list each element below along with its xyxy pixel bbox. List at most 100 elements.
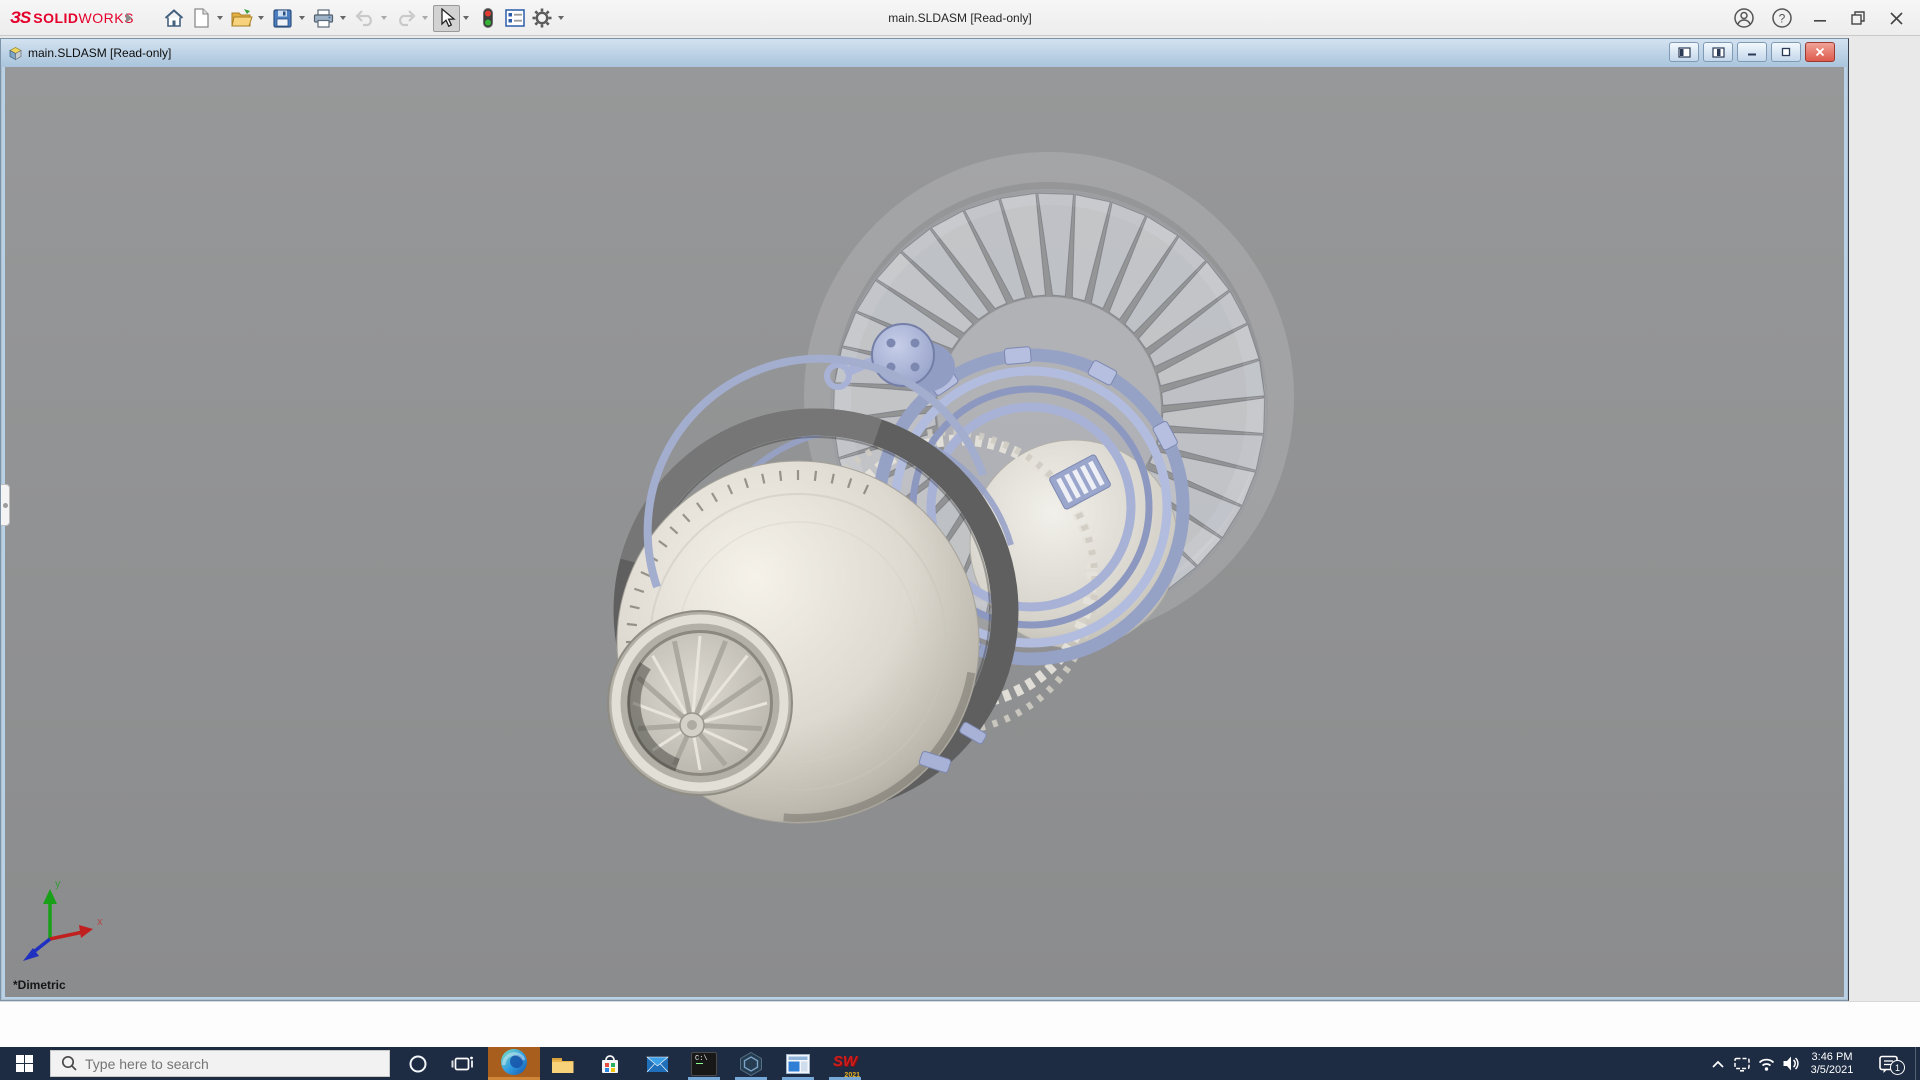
- pane-left-icon: [1677, 46, 1691, 58]
- wifi-icon: [1758, 1058, 1774, 1071]
- solidworks-taskbar-button[interactable]: SW 2021: [825, 1047, 865, 1080]
- svg-text:?: ?: [1779, 12, 1786, 26]
- wifi-tray-button[interactable]: [1754, 1047, 1778, 1080]
- cortana-icon: [409, 1055, 427, 1072]
- pane-right-icon: [1711, 46, 1725, 58]
- cortana-button[interactable]: [398, 1047, 438, 1080]
- volume-tray-button[interactable]: [1778, 1047, 1802, 1080]
- status-bar: [0, 1001, 1920, 1047]
- print-button[interactable]: [310, 5, 337, 32]
- task-view-button[interactable]: [442, 1047, 482, 1080]
- home-button[interactable]: [160, 5, 187, 32]
- solidworks-logo: ЗS SOLID WORKS: [10, 0, 134, 36]
- edge-taskbar-button[interactable]: [488, 1047, 540, 1077]
- terminal-button[interactable]: C:\: [684, 1047, 724, 1080]
- app-window-controls: ?: [1728, 0, 1912, 36]
- select-cursor-icon: [440, 8, 456, 28]
- options-caret[interactable]: [555, 5, 566, 32]
- properties-list-icon: [504, 9, 525, 27]
- logo-mark: ЗS: [10, 8, 31, 27]
- quick-access-toolbar: [160, 4, 569, 32]
- task-view-icon: [451, 1056, 473, 1070]
- restore-button[interactable]: [1842, 3, 1874, 33]
- minimize-icon: [1814, 20, 1826, 22]
- windows-logo-icon: [15, 1055, 33, 1072]
- terminal-icon-text: C:\: [695, 1054, 708, 1063]
- taskbar: C:\ SW 2021: [0, 1047, 1920, 1080]
- redo-icon: [398, 10, 416, 27]
- app-hexagon-button[interactable]: [731, 1047, 771, 1080]
- doc-close-button[interactable]: [1805, 42, 1835, 62]
- terminal-icon: C:\: [691, 1051, 717, 1076]
- clock[interactable]: 3:46 PM 3/5/2021: [1800, 1047, 1864, 1080]
- display-tray-button[interactable]: [1730, 1047, 1754, 1080]
- store-icon: [602, 1054, 618, 1073]
- doc-minimize-icon: [1748, 53, 1756, 56]
- file-explorer-button[interactable]: [543, 1047, 583, 1080]
- open-folder-icon: [230, 9, 253, 27]
- doc-restore-button[interactable]: [1771, 42, 1801, 62]
- open-button[interactable]: [228, 5, 255, 32]
- mail-icon: [645, 1056, 669, 1072]
- help-button[interactable]: ?: [1766, 3, 1798, 33]
- logo-bold-text: SOLID: [33, 10, 79, 26]
- desktop: ЗS SOLID WORKS main.SLDASM [Read-only] ?…: [0, 0, 1920, 1080]
- mail-button[interactable]: [637, 1047, 677, 1080]
- rebuild-button[interactable]: [474, 5, 501, 32]
- search-input[interactable]: [85, 1055, 365, 1072]
- new-document-icon: [193, 8, 209, 28]
- new-document-caret[interactable]: [214, 5, 225, 32]
- account-button[interactable]: [1728, 3, 1760, 33]
- orientation-triad: x y: [23, 878, 103, 961]
- redo-button[interactable]: [392, 5, 419, 32]
- document-window: main.SLDASM [Read-only] x y *Dimetric: [0, 38, 1849, 1001]
- document-properties-button[interactable]: [501, 5, 528, 32]
- save-button[interactable]: [269, 5, 296, 32]
- minimize-button[interactable]: [1804, 3, 1836, 33]
- doc-minimize-button[interactable]: [1737, 42, 1767, 62]
- close-button[interactable]: [1880, 3, 1912, 33]
- options-button[interactable]: [528, 5, 555, 32]
- notification-badge: 1: [1890, 1060, 1905, 1075]
- undo-caret[interactable]: [378, 5, 389, 32]
- account-icon: [1734, 8, 1754, 28]
- rebuild-stoplight-icon: [482, 8, 493, 28]
- close-icon: [1889, 11, 1903, 25]
- triad-x-label: x: [97, 916, 103, 928]
- open-caret[interactable]: [255, 5, 266, 32]
- solidworks-icon: SW 2021: [830, 1049, 860, 1079]
- search-icon: [61, 1055, 77, 1071]
- assembly-cube-icon: [9, 46, 22, 60]
- select-caret[interactable]: [460, 5, 471, 32]
- app-titlebar: ЗS SOLID WORKS main.SLDASM [Read-only] ?: [0, 0, 1920, 36]
- show-desktop-button[interactable]: [1915, 1047, 1920, 1080]
- restore-icon: [1851, 11, 1865, 25]
- taskbar-search[interactable]: [50, 1050, 390, 1077]
- hidden-icons-button[interactable]: [1706, 1047, 1730, 1080]
- save-caret[interactable]: [296, 5, 307, 32]
- tray-date: 3/5/2021: [1810, 1063, 1854, 1076]
- display-icon: [1734, 1057, 1750, 1072]
- pane-right-button[interactable]: [1703, 42, 1733, 62]
- undo-icon: [354, 10, 372, 27]
- gear-icon: [532, 8, 551, 28]
- app-window-button[interactable]: [778, 1047, 818, 1080]
- graphics-viewport[interactable]: x y *Dimetric: [5, 67, 1844, 997]
- home-icon: [164, 9, 183, 27]
- menu-expander-icon[interactable]: [126, 13, 132, 23]
- help-icon: ?: [1772, 8, 1792, 28]
- triad-y-label: y: [55, 878, 61, 890]
- select-button[interactable]: [433, 4, 460, 32]
- window-app-icon: [786, 1053, 810, 1074]
- print-caret[interactable]: [337, 5, 348, 32]
- pane-left-button[interactable]: [1669, 42, 1699, 62]
- redo-caret[interactable]: [419, 5, 430, 32]
- document-titlebar: main.SLDASM [Read-only]: [1, 39, 1848, 67]
- featuremanager-splitter-handle[interactable]: [1, 484, 10, 526]
- store-button[interactable]: [590, 1047, 630, 1080]
- undo-button[interactable]: [351, 5, 378, 32]
- new-document-button[interactable]: [187, 5, 214, 32]
- start-button[interactable]: [0, 1047, 48, 1080]
- doc-restore-icon: [1781, 47, 1791, 57]
- edge-icon: [501, 1049, 527, 1075]
